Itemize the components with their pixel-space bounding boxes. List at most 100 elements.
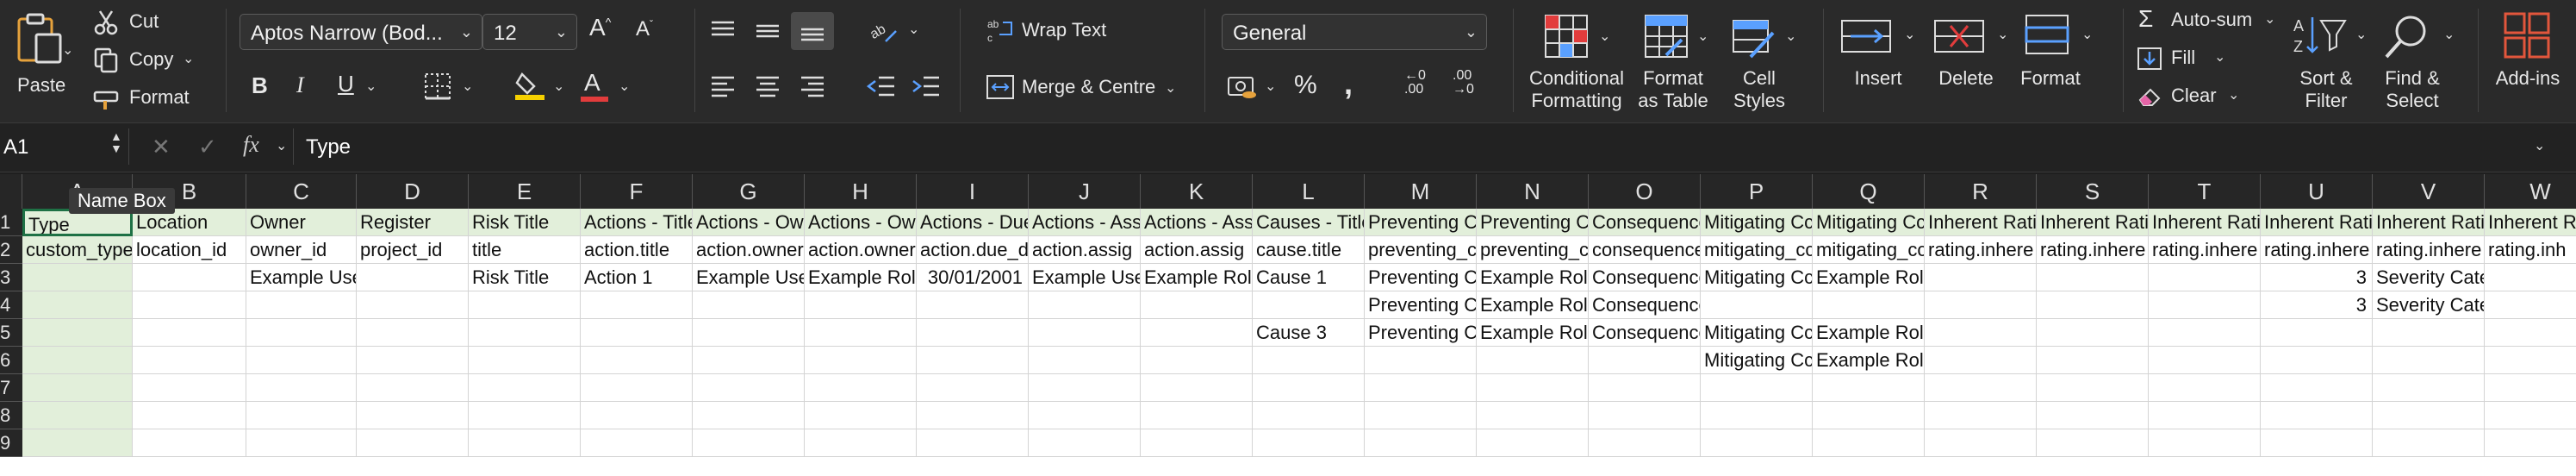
number-format-select[interactable]: General ⌄ [1222,14,1487,50]
cell-d4[interactable] [357,291,469,319]
row-header-7[interactable]: 7 [0,374,22,402]
cell-n8[interactable] [1477,402,1589,429]
column-header-t[interactable]: T [2149,174,2261,209]
cell-u6[interactable] [2261,347,2373,374]
cell-j9[interactable] [1029,429,1141,457]
row-header-3[interactable]: 3 [0,264,22,291]
column-header-f[interactable]: F [581,174,693,209]
cell-w4[interactable] [2485,291,2576,319]
cell-t8[interactable] [2149,402,2261,429]
cell-r9[interactable] [1925,429,2037,457]
format-cells-button[interactable]: ⌄ Format [2019,7,2109,114]
cell-m3[interactable]: Preventing C [1365,264,1477,291]
align-top-icon[interactable] [710,19,736,43]
delete-button[interactable]: ⌄ Delete [1928,7,2018,114]
name-box-stepper-icon[interactable]: ▲ ▼ [110,130,122,154]
cell-w9[interactable] [2485,429,2576,457]
cell-p5[interactable]: Mitigating Cc [1701,319,1813,347]
column-header-d[interactable]: D [357,174,469,209]
cell-f2[interactable]: action.title [581,236,693,264]
clear-button[interactable]: Clear ⌄ [2133,81,2262,112]
cell-h4[interactable] [805,291,917,319]
cell-v7[interactable] [2373,374,2485,402]
cell-f6[interactable] [581,347,693,374]
row-header-6[interactable]: 6 [0,347,22,374]
orientation-icon[interactable]: ab [868,16,899,45]
cell-j8[interactable] [1029,402,1141,429]
cell-p2[interactable]: mitigating_cc [1701,236,1813,264]
cell-r2[interactable]: rating.inhere [1925,236,2037,264]
cell-u7[interactable] [2261,374,2373,402]
cell-m2[interactable]: preventing_c [1365,236,1477,264]
cell-n6[interactable] [1477,347,1589,374]
format-painter-button[interactable]: Format [90,83,202,114]
cell-i4[interactable] [917,291,1029,319]
cell-o8[interactable] [1589,402,1701,429]
align-middle-icon[interactable] [755,19,781,43]
cell-e1[interactable]: Risk Title [469,209,581,236]
cell-d2[interactable]: project_id [357,236,469,264]
column-header-u[interactable]: U [2261,174,2373,209]
cell-u4[interactable]: 3 [2261,291,2373,319]
font-color-icon[interactable]: A [584,69,600,97]
cell-h8[interactable] [805,402,917,429]
name-box[interactable]: A1 ▲ ▼ [0,128,129,165]
cell-g6[interactable] [693,347,805,374]
currency-chevron-icon[interactable]: ⌄ [1265,78,1276,95]
cell-v3[interactable]: Severity Cate [2373,264,2485,291]
cell-j5[interactable] [1029,319,1141,347]
cell-o3[interactable]: Consequence [1589,264,1701,291]
cell-m9[interactable] [1365,429,1477,457]
font-size-select[interactable]: 12 ⌄ [482,14,577,50]
row-header-4[interactable]: 4 [0,291,22,319]
row-header-2[interactable]: 2 [0,236,22,264]
cell-o1[interactable]: Consequence [1589,209,1701,236]
cell-r7[interactable] [1925,374,2037,402]
cell-g7[interactable] [693,374,805,402]
cell-k9[interactable] [1141,429,1253,457]
cell-n5[interactable]: Example Role [1477,319,1589,347]
cell-l6[interactable] [1253,347,1365,374]
cell-h1[interactable]: Actions - Owner [805,209,917,236]
cell-h9[interactable] [805,429,917,457]
cell-o2[interactable]: consequence [1589,236,1701,264]
column-header-l[interactable]: L [1253,174,1365,209]
cell-e9[interactable] [469,429,581,457]
cell-k7[interactable] [1141,374,1253,402]
cell-r5[interactable] [1925,319,2037,347]
cell-s7[interactable] [2037,374,2149,402]
cell-t7[interactable] [2149,374,2261,402]
align-right-icon[interactable] [800,74,825,98]
cell-h7[interactable] [805,374,917,402]
cell-k6[interactable] [1141,347,1253,374]
fx-chevron-icon[interactable]: ⌄ [276,137,287,154]
column-header-c[interactable]: C [246,174,357,209]
column-header-o[interactable]: O [1589,174,1701,209]
percent-icon[interactable]: % [1294,71,1317,100]
cell-w5[interactable] [2485,319,2576,347]
cell-r3[interactable] [1925,264,2037,291]
cell-c2[interactable]: owner_id [246,236,357,264]
cell-v4[interactable]: Severity Cate [2373,291,2485,319]
row-header-5[interactable]: 5 [0,319,22,347]
cell-n3[interactable]: Example Role [1477,264,1589,291]
row-header-1[interactable]: 1 [0,209,22,236]
cell-v6[interactable] [2373,347,2485,374]
cell-c3[interactable]: Example User [246,264,357,291]
cut-button[interactable]: Cut [90,7,184,38]
cell-d6[interactable] [357,347,469,374]
increase-font-size-icon[interactable]: A^ [589,14,611,41]
cell-a5[interactable] [22,319,133,347]
merge-centre-button[interactable]: Merge & Centre ⌄ [982,69,1189,107]
cell-b9[interactable] [133,429,246,457]
cell-f9[interactable] [581,429,693,457]
cell-s1[interactable]: Inherent Rati [2037,209,2149,236]
row-header-8[interactable]: 8 [0,402,22,429]
cell-p3[interactable]: Mitigating Cc [1701,264,1813,291]
worksheet-grid[interactable]: ABCDEFGHIJKLMNOPQRSTUVW1TypeLocationOwne… [0,174,2576,476]
font-name-select[interactable]: Aptos Narrow (Bod... ⌄ [240,14,482,50]
cell-w7[interactable] [2485,374,2576,402]
cell-u2[interactable]: rating.inhere [2261,236,2373,264]
cell-t5[interactable] [2149,319,2261,347]
borders-icon[interactable] [424,72,451,100]
